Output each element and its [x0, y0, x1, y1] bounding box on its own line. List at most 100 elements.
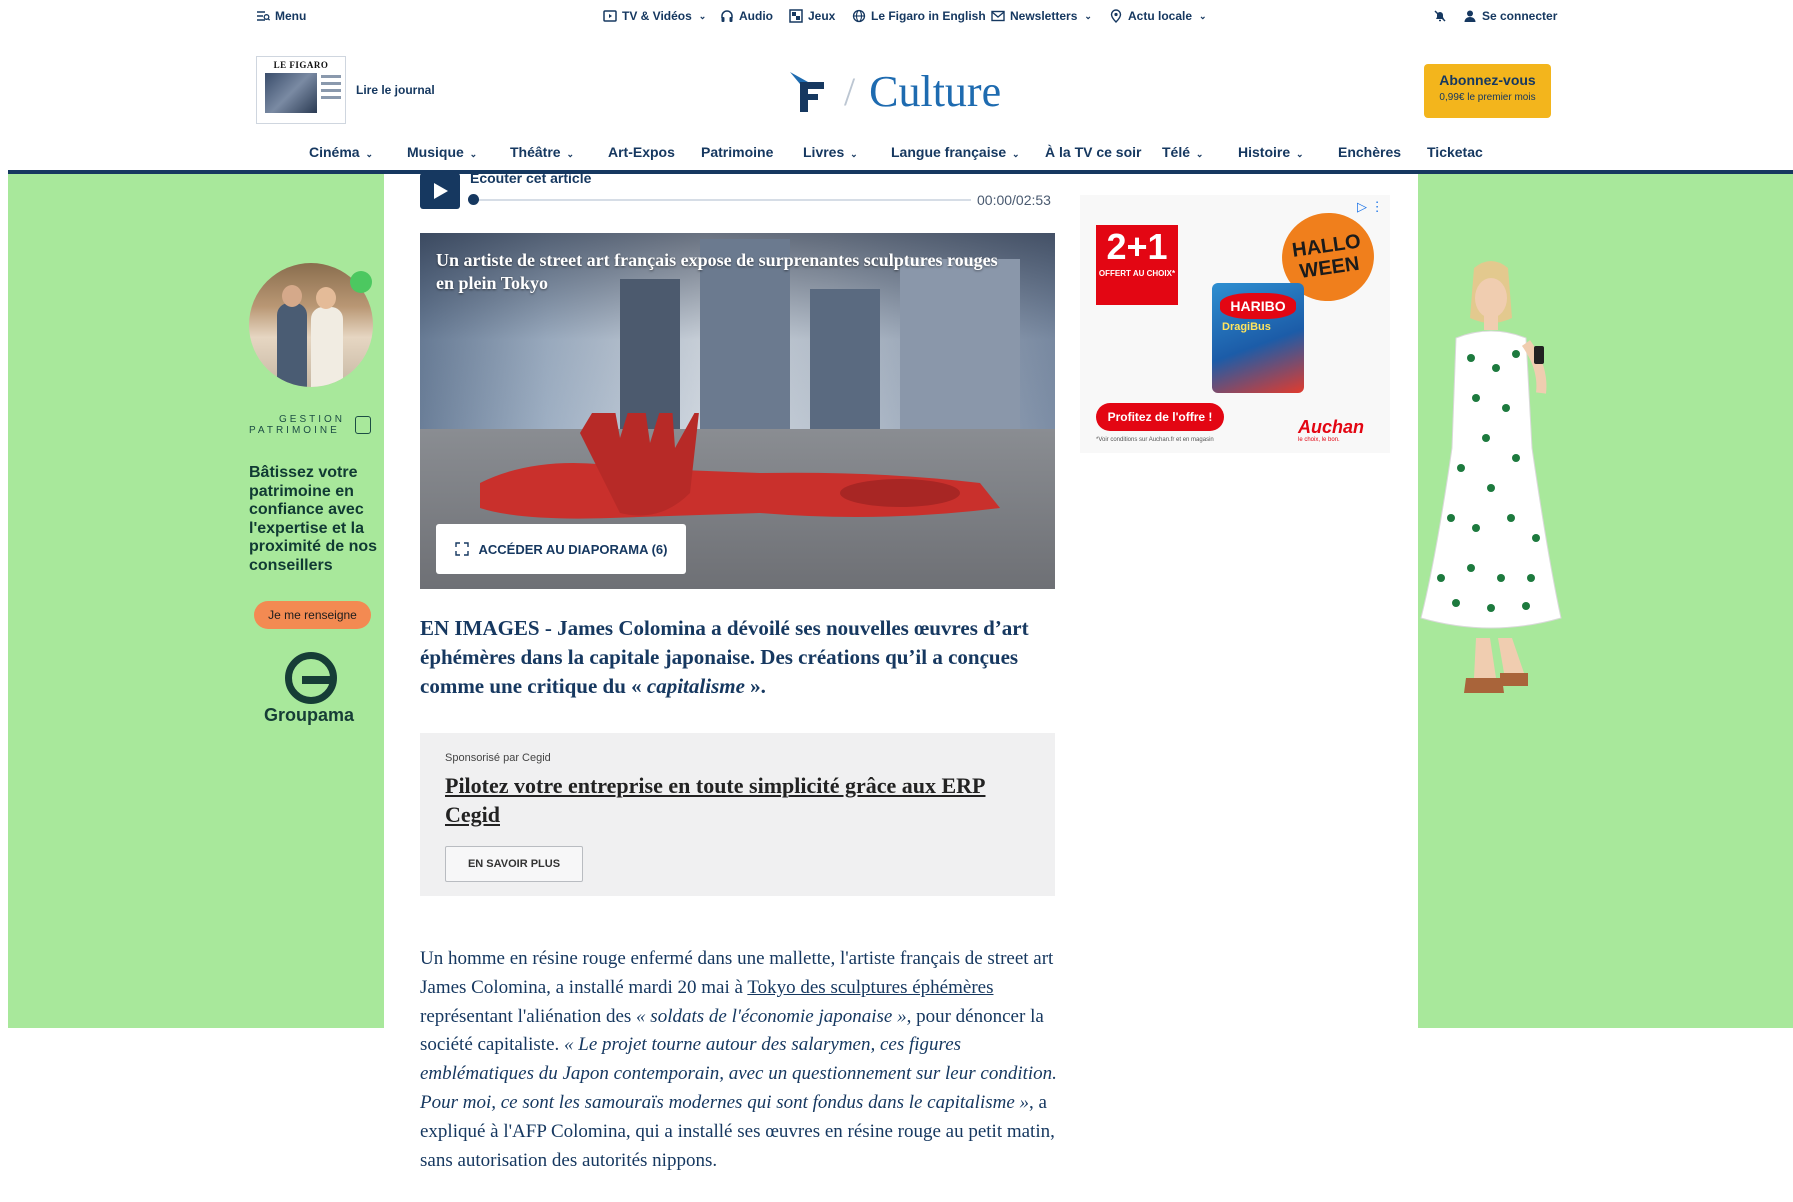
menu-button[interactable]: Menu [256, 9, 306, 23]
newspaper-photo [265, 73, 317, 113]
retailer-tagline: le choix, le bon. [1298, 437, 1340, 443]
bell-muted-icon [1434, 10, 1446, 22]
brand-mark-icon [355, 416, 371, 434]
section-nav: Cinéma ⌄ Musique ⌄ Théâtre ⌄ Art-Expos P… [0, 140, 1793, 172]
nav-item-tv-ce-soir[interactable]: À la TV ce soir [1045, 144, 1141, 160]
person-head [282, 285, 302, 307]
chevron-down-icon: ⌄ [365, 149, 374, 159]
gestion-patrimoine-brand: GESTION PATRIMOINE [249, 414, 374, 436]
article-body: Un homme en résine rouge enfermé dans un… [420, 945, 1060, 1175]
chevron-down-icon: ⌄ [698, 10, 707, 21]
nav-item-langue-francaise[interactable]: Langue française ⌄ [891, 144, 1020, 160]
display-ad[interactable]: ▷ ⋮ 2+1 OFFERT AU CHOIX* HALLO WEEN HARI… [1080, 195, 1390, 453]
nav-label: Enchères [1338, 144, 1402, 160]
nav-item-ticketac[interactable]: Ticketac [1427, 144, 1483, 160]
audio-progress-handle[interactable] [468, 194, 479, 205]
nav-label: Langue française [891, 144, 1007, 160]
nav-item-musique[interactable]: Musique ⌄ [407, 144, 477, 160]
newspaper-masthead: LE FIGARO [273, 60, 329, 70]
candy-product: DragiBus [1222, 321, 1271, 333]
groupama-logo-icon [285, 652, 337, 704]
nav-label: Histoire [1238, 144, 1291, 160]
skin-ad-cta[interactable]: Je me renseigne [254, 601, 371, 629]
audio-link[interactable]: Audio [720, 9, 773, 23]
nav-label: Livres [803, 144, 845, 160]
newspaper-thumbnail[interactable]: LE FIGARO [256, 56, 346, 124]
skin-model-image[interactable] [1416, 258, 1566, 718]
nav-item-theatre[interactable]: Théâtre ⌄ [510, 144, 574, 160]
adchoices-icon[interactable]: ▷ ⋮ [1357, 199, 1384, 215]
article-lead: EN IMAGES - James Colomina a dévoilé ses… [420, 614, 1060, 701]
chevron-down-icon: ⌄ [1195, 149, 1204, 159]
red-sculpture-figure [480, 413, 1000, 519]
learn-more-button[interactable]: EN SAVOIR PLUS [445, 846, 583, 882]
sponsored-title-link[interactable]: Pilotez votre entreprise en toute simpli… [445, 771, 1025, 829]
play-button[interactable] [420, 173, 460, 209]
newspaper-text-lines [321, 75, 341, 103]
user-icon [1464, 10, 1476, 22]
notifications-button[interactable] [1433, 9, 1447, 23]
utility-bar: Menu TV & Vidéos ⌄ Audio Jeux Le Figaro i… [0, 0, 1793, 34]
ad-cta-button[interactable]: Profitez de l'offre ! [1096, 403, 1224, 431]
retailer-logo: Auchan [1298, 417, 1365, 437]
chevron-down-icon: ⌄ [1084, 10, 1092, 21]
status-dot [350, 271, 372, 293]
hero-image[interactable]: Un artiste de street art français expose… [420, 233, 1055, 589]
globe-icon [852, 9, 866, 23]
skin-ad-text: Bâtissez votre patrimoine en confiance a… [249, 464, 378, 574]
play-icon [434, 183, 448, 199]
sponsor-label: Sponsorisé par Cegid [445, 752, 551, 764]
nav-label: Cinéma [309, 144, 360, 160]
nav-label: Patrimoine [701, 144, 774, 160]
tv-icon [603, 10, 617, 22]
newsletters-link[interactable]: Newsletters ⌄ [991, 9, 1092, 23]
logo-separator: / [844, 69, 856, 114]
english-label: Le Figaro in English [871, 9, 986, 23]
slideshow-label: ACCÉDER AU DIAPORAMA (6) [478, 541, 668, 557]
nav-item-histoire[interactable]: Histoire ⌄ [1238, 144, 1304, 160]
person-head [316, 287, 336, 309]
nav-item-cinema[interactable]: Cinéma ⌄ [309, 144, 373, 160]
nav-item-patrimoine[interactable]: Patrimoine [701, 144, 773, 160]
ad-fine-print: *Voir conditions sur Auchan.fr et en mag… [1096, 437, 1214, 443]
promo-value: 2+1 [1106, 226, 1168, 267]
body-text: représentant l'aliénation des [420, 1005, 637, 1027]
expand-icon [454, 542, 469, 556]
subscribe-subtitle: 0,99€ le premier mois [1439, 92, 1536, 103]
figaro-logo-icon [790, 71, 824, 112]
candy-bag-image: HARIBO DragiBus [1212, 283, 1304, 393]
login-label: Se connecter [1482, 9, 1558, 23]
nav-label: Télé [1162, 144, 1191, 160]
section-title: Culture [869, 67, 1002, 116]
games-link[interactable]: Jeux [789, 9, 835, 23]
audio-label: Audio [739, 9, 773, 23]
promo-caption: OFFERT AU CHOIX* [1098, 269, 1176, 278]
tv-videos-label: TV & Vidéos [622, 9, 692, 23]
nav-item-art-expos[interactable]: Art-Expos [608, 144, 675, 160]
building-shape [620, 278, 680, 429]
subscribe-button[interactable]: Abonnez-vous 0,99€ le premier mois [1424, 64, 1551, 118]
menu-label: Menu [275, 9, 307, 23]
local-news-link[interactable]: Actu locale ⌄ [1109, 9, 1207, 23]
groupama-name: Groupama [264, 705, 355, 725]
site-logo[interactable]: / Culture [786, 66, 1001, 117]
read-paper-link[interactable]: Lire le journal [356, 83, 435, 97]
body-quote: « soldats de l'économie japonaise » [636, 1005, 907, 1027]
nav-item-encheres[interactable]: Enchères [1338, 144, 1401, 160]
inline-link[interactable]: Tokyo des sculptures éphémères [747, 977, 993, 998]
nav-item-tele[interactable]: Télé ⌄ [1162, 144, 1203, 160]
nav-label: Ticketac [1427, 144, 1483, 160]
audio-progress-track[interactable] [473, 199, 971, 201]
tv-videos-link[interactable]: TV & Vidéos ⌄ [603, 9, 706, 23]
hero-caption: Un artiste de street art français expose… [436, 250, 998, 293]
lead-emphasis: capitalisme [646, 674, 745, 698]
chevron-down-icon: ⌄ [566, 149, 575, 159]
chevron-down-icon: ⌄ [1296, 149, 1304, 159]
slideshow-button[interactable]: ACCÉDER AU DIAPORAMA (6) [436, 524, 686, 574]
building-shape [810, 288, 880, 429]
chevron-down-icon: ⌄ [850, 149, 858, 159]
promo-badge: 2+1 OFFERT AU CHOIX* [1096, 225, 1178, 305]
english-link[interactable]: Le Figaro in English [852, 9, 986, 23]
nav-item-livres[interactable]: Livres ⌄ [803, 144, 858, 160]
login-link[interactable]: Se connecter [1463, 9, 1557, 23]
